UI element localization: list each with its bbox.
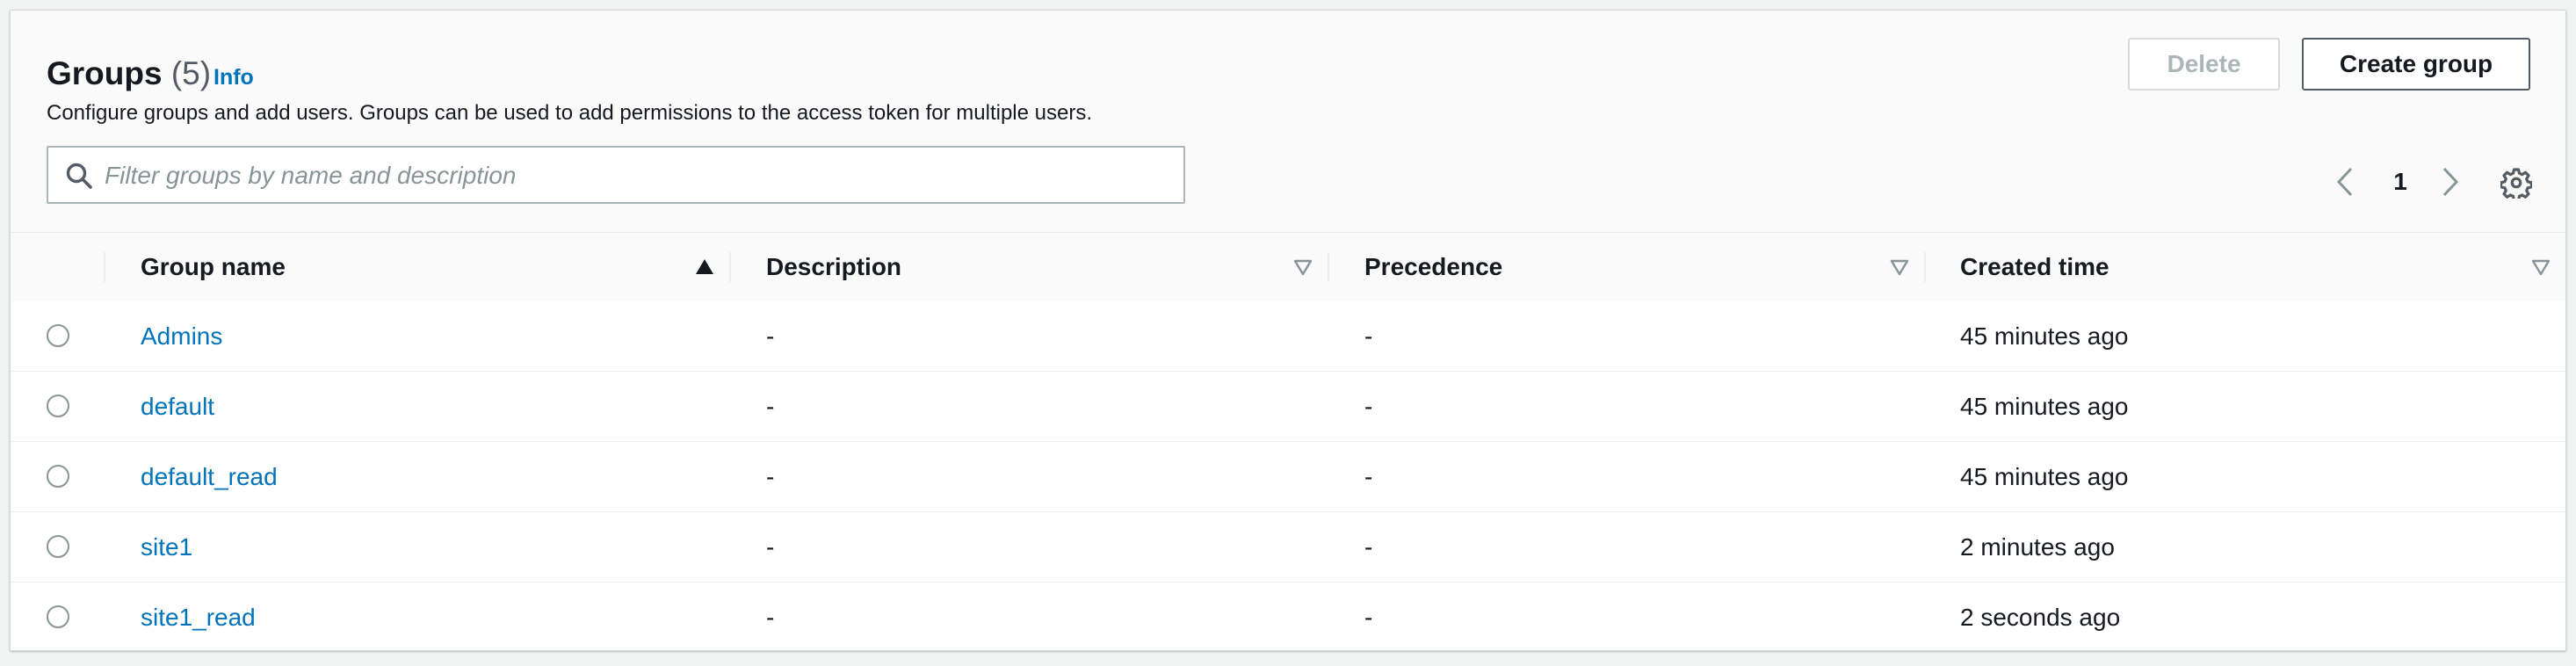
- description-cell: -: [766, 532, 775, 561]
- row-select-radio[interactable]: [47, 535, 69, 558]
- page-number-1[interactable]: 1: [2387, 165, 2413, 199]
- created-time-cell: 2 minutes ago: [1960, 532, 2115, 561]
- groups-header: Groups (5) Info Configure groups and add…: [11, 11, 2565, 230]
- gear-icon[interactable]: [2500, 167, 2532, 199]
- created-time-cell: 2 seconds ago: [1960, 603, 2121, 631]
- caret-up-icon[interactable]: [694, 257, 715, 277]
- row-select-radio[interactable]: [47, 605, 69, 628]
- row-select-radio[interactable]: [47, 395, 69, 417]
- page-title: Groups (5): [47, 54, 211, 93]
- search-input[interactable]: [103, 153, 1169, 199]
- group-name-link[interactable]: default_read: [141, 442, 278, 511]
- chevron-right-icon[interactable]: [2440, 165, 2461, 199]
- table-row[interactable]: default - - 45 minutes ago: [11, 372, 2565, 442]
- info-link[interactable]: Info: [213, 65, 254, 90]
- caret-down-outline-icon[interactable]: [1292, 257, 1313, 277]
- groups-panel: Groups (5) Info Configure groups and add…: [10, 10, 2566, 651]
- column-header-group-name[interactable]: Group name: [141, 233, 286, 301]
- title-text: Groups: [47, 55, 163, 91]
- row-select-radio[interactable]: [47, 324, 69, 347]
- search-icon: [66, 163, 92, 189]
- delete-button[interactable]: Delete: [2128, 38, 2280, 90]
- column-header-description[interactable]: Description: [766, 233, 901, 301]
- table-row[interactable]: site1 - - 2 minutes ago: [11, 512, 2565, 583]
- precedence-cell: -: [1364, 322, 1373, 350]
- description-cell: -: [766, 322, 775, 350]
- precedence-cell: -: [1364, 392, 1373, 420]
- created-time-cell: 45 minutes ago: [1960, 322, 2129, 350]
- created-time-cell: 45 minutes ago: [1960, 462, 2129, 490]
- group-name-link[interactable]: Admins: [141, 301, 222, 371]
- table-row[interactable]: Admins - - 45 minutes ago: [11, 301, 2565, 372]
- precedence-cell: -: [1364, 462, 1373, 490]
- caret-down-outline-icon[interactable]: [1889, 257, 1910, 277]
- table-header: Group name Description Precedence Create…: [11, 232, 2565, 302]
- precedence-cell: -: [1364, 532, 1373, 561]
- chevron-left-icon[interactable]: [2334, 165, 2355, 199]
- table-row[interactable]: site1_read - - 2 seconds ago: [11, 583, 2565, 650]
- precedence-cell: -: [1364, 603, 1373, 631]
- column-separator[interactable]: [1328, 252, 1329, 282]
- table-body: Admins - - 45 minutes ago default - - 45…: [11, 301, 2565, 650]
- group-count: (5): [170, 55, 212, 91]
- group-name-link[interactable]: site1: [141, 512, 192, 582]
- column-separator: [104, 252, 105, 282]
- description-cell: -: [766, 462, 775, 490]
- created-time-cell: 45 minutes ago: [1960, 392, 2129, 420]
- column-separator[interactable]: [729, 252, 731, 282]
- search-box: [47, 146, 1185, 204]
- column-separator[interactable]: [1924, 252, 1926, 282]
- group-name-link[interactable]: default: [141, 372, 214, 441]
- description-cell: -: [766, 603, 775, 631]
- group-name-link[interactable]: site1_read: [141, 583, 256, 650]
- column-header-created-time[interactable]: Created time: [1960, 233, 2109, 301]
- table-row[interactable]: default_read - - 45 minutes ago: [11, 442, 2565, 512]
- create-group-button[interactable]: Create group: [2302, 38, 2530, 90]
- description-cell: -: [766, 392, 775, 420]
- column-header-precedence[interactable]: Precedence: [1364, 233, 1502, 301]
- page-description: Configure groups and add users. Groups c…: [47, 101, 1092, 125]
- caret-down-outline-icon[interactable]: [2530, 257, 2551, 277]
- row-select-radio[interactable]: [47, 465, 69, 488]
